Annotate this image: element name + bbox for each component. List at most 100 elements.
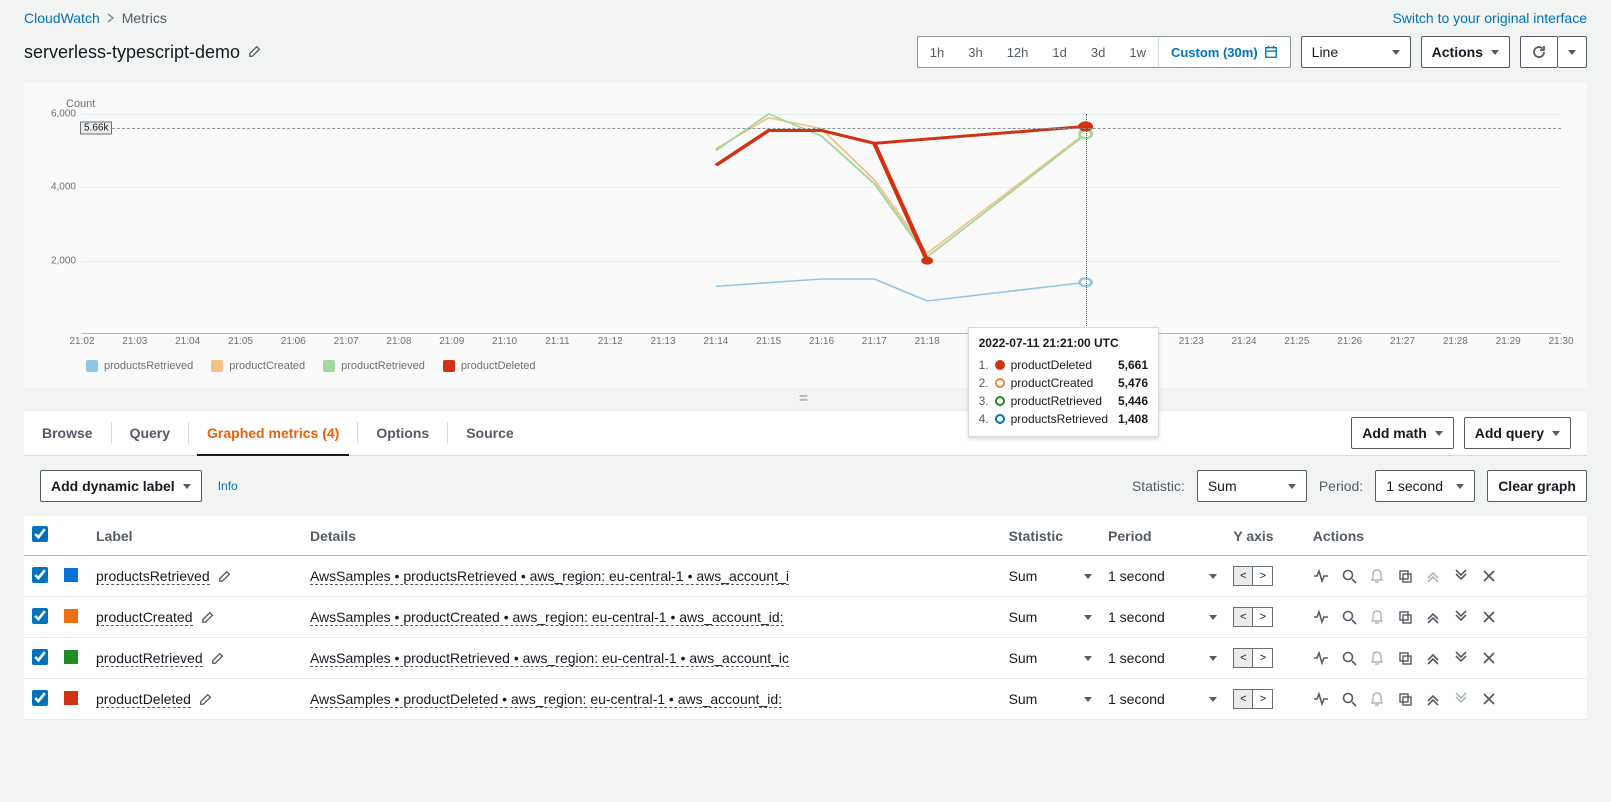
- clear-graph-button[interactable]: Clear graph: [1487, 470, 1587, 502]
- edit-title-icon[interactable]: [248, 42, 262, 63]
- refresh-options-button[interactable]: [1558, 36, 1587, 68]
- col-label: Label: [88, 516, 302, 556]
- search-icon[interactable]: [1341, 691, 1357, 707]
- arrow-down-icon[interactable]: [1453, 691, 1469, 707]
- legend-item[interactable]: productDeleted: [443, 360, 536, 372]
- select-all-checkbox[interactable]: [32, 526, 48, 542]
- metric-label[interactable]: productsRetrieved: [96, 568, 210, 585]
- metric-label[interactable]: productDeleted: [96, 691, 191, 708]
- info-link[interactable]: Info: [218, 479, 238, 493]
- add-dynamic-label-button[interactable]: Add dynamic label: [40, 470, 202, 502]
- time-range-3h[interactable]: 3h: [956, 37, 994, 67]
- yaxis-left-button[interactable]: <: [1233, 648, 1253, 668]
- bell-icon[interactable]: [1369, 609, 1385, 625]
- edit-icon[interactable]: [199, 692, 213, 706]
- statistic-select[interactable]: Sum: [1197, 470, 1307, 502]
- edit-icon[interactable]: [211, 651, 225, 665]
- close-icon[interactable]: [1481, 568, 1497, 584]
- row-checkbox[interactable]: [32, 567, 48, 583]
- actions-button[interactable]: Actions: [1421, 36, 1510, 68]
- close-icon[interactable]: [1481, 650, 1497, 666]
- pulse-icon[interactable]: [1313, 691, 1329, 707]
- legend-item[interactable]: productCreated: [211, 360, 305, 372]
- yaxis-right-button[interactable]: >: [1253, 566, 1273, 586]
- pulse-icon[interactable]: [1313, 650, 1329, 666]
- chart[interactable]: Count 2,0004,0006,000 5.66k 07-11 21:20:…: [24, 82, 1587, 388]
- copy-icon[interactable]: [1397, 568, 1413, 584]
- arrow-up-icon[interactable]: [1425, 609, 1441, 625]
- arrow-down-icon[interactable]: [1453, 609, 1469, 625]
- refresh-button[interactable]: [1520, 36, 1558, 68]
- bell-icon[interactable]: [1369, 568, 1385, 584]
- edit-icon[interactable]: [201, 610, 215, 624]
- arrow-up-icon[interactable]: [1425, 568, 1441, 584]
- time-range-1h[interactable]: 1h: [918, 37, 956, 67]
- row-statistic-select[interactable]: Sum: [1009, 568, 1092, 584]
- arrow-up-icon[interactable]: [1425, 650, 1441, 666]
- series-color-swatch[interactable]: [64, 650, 78, 664]
- row-checkbox[interactable]: [32, 608, 48, 624]
- row-period-select[interactable]: 1 second: [1108, 650, 1217, 666]
- metric-details[interactable]: AwsSamples • productsRetrieved • aws_reg…: [310, 568, 789, 585]
- row-period-select[interactable]: 1 second: [1108, 568, 1217, 584]
- add-math-button[interactable]: Add math: [1351, 417, 1454, 449]
- yaxis-left-button[interactable]: <: [1233, 566, 1253, 586]
- tab-query[interactable]: Query: [112, 411, 188, 455]
- legend-item[interactable]: productRetrieved: [323, 360, 425, 372]
- row-statistic-select[interactable]: Sum: [1009, 609, 1092, 625]
- metric-label[interactable]: productRetrieved: [96, 650, 203, 667]
- yaxis-right-button[interactable]: >: [1253, 648, 1273, 668]
- pulse-icon[interactable]: [1313, 609, 1329, 625]
- row-period-select[interactable]: 1 second: [1108, 691, 1217, 707]
- series-color-swatch[interactable]: [64, 609, 78, 623]
- row-statistic-select[interactable]: Sum: [1009, 691, 1092, 707]
- search-icon[interactable]: [1341, 568, 1357, 584]
- pulse-icon[interactable]: [1313, 568, 1329, 584]
- row-checkbox[interactable]: [32, 649, 48, 665]
- arrow-down-icon[interactable]: [1453, 568, 1469, 584]
- chart-crosshair: 07-11 21:20:59: [1086, 114, 1087, 354]
- add-query-button[interactable]: Add query: [1464, 417, 1571, 449]
- time-range-1d[interactable]: 1d: [1040, 37, 1078, 67]
- yaxis-right-button[interactable]: >: [1253, 607, 1273, 627]
- arrow-down-icon[interactable]: [1453, 650, 1469, 666]
- row-statistic-select[interactable]: Sum: [1009, 650, 1092, 666]
- bell-icon[interactable]: [1369, 650, 1385, 666]
- time-range-custom[interactable]: Custom (30m): [1158, 37, 1290, 67]
- yaxis-left-button[interactable]: <: [1233, 607, 1253, 627]
- tab-source[interactable]: Source: [448, 411, 531, 455]
- copy-icon[interactable]: [1397, 650, 1413, 666]
- search-icon[interactable]: [1341, 609, 1357, 625]
- yaxis-left-button[interactable]: <: [1233, 689, 1253, 709]
- tab-options[interactable]: Options: [358, 411, 447, 455]
- chart-type-select[interactable]: Line: [1301, 36, 1411, 68]
- bell-icon[interactable]: [1369, 691, 1385, 707]
- row-period-select[interactable]: 1 second: [1108, 609, 1217, 625]
- yaxis-right-button[interactable]: >: [1253, 689, 1273, 709]
- row-checkbox[interactable]: [32, 690, 48, 706]
- arrow-up-icon[interactable]: [1425, 691, 1441, 707]
- search-icon[interactable]: [1341, 650, 1357, 666]
- edit-icon[interactable]: [218, 569, 232, 583]
- series-color-swatch[interactable]: [64, 691, 78, 705]
- close-icon[interactable]: [1481, 609, 1497, 625]
- period-select[interactable]: 1 second: [1375, 470, 1475, 502]
- metric-details[interactable]: AwsSamples • productDeleted • aws_region…: [310, 691, 782, 708]
- time-range-12h[interactable]: 12h: [995, 37, 1041, 67]
- resize-handle[interactable]: =: [24, 388, 1587, 410]
- metric-details[interactable]: AwsSamples • productCreated • aws_region…: [310, 609, 784, 626]
- tab-graphed-metrics-4[interactable]: Graphed metrics (4): [189, 411, 357, 455]
- metric-details[interactable]: AwsSamples • productRetrieved • aws_regi…: [310, 650, 789, 667]
- metric-label[interactable]: productCreated: [96, 609, 193, 626]
- tab-browse[interactable]: Browse: [24, 411, 111, 455]
- series-color-swatch[interactable]: [64, 568, 78, 582]
- switch-interface-link[interactable]: Switch to your original interface: [1392, 10, 1587, 26]
- copy-icon[interactable]: [1397, 609, 1413, 625]
- tooltip-row: 2.productCreated5,476: [979, 374, 1148, 392]
- legend-item[interactable]: productsRetrieved: [86, 360, 193, 372]
- close-icon[interactable]: [1481, 691, 1497, 707]
- time-range-1w[interactable]: 1w: [1117, 37, 1158, 67]
- time-range-3d[interactable]: 3d: [1079, 37, 1117, 67]
- breadcrumb-root[interactable]: CloudWatch: [24, 10, 100, 26]
- copy-icon[interactable]: [1397, 691, 1413, 707]
